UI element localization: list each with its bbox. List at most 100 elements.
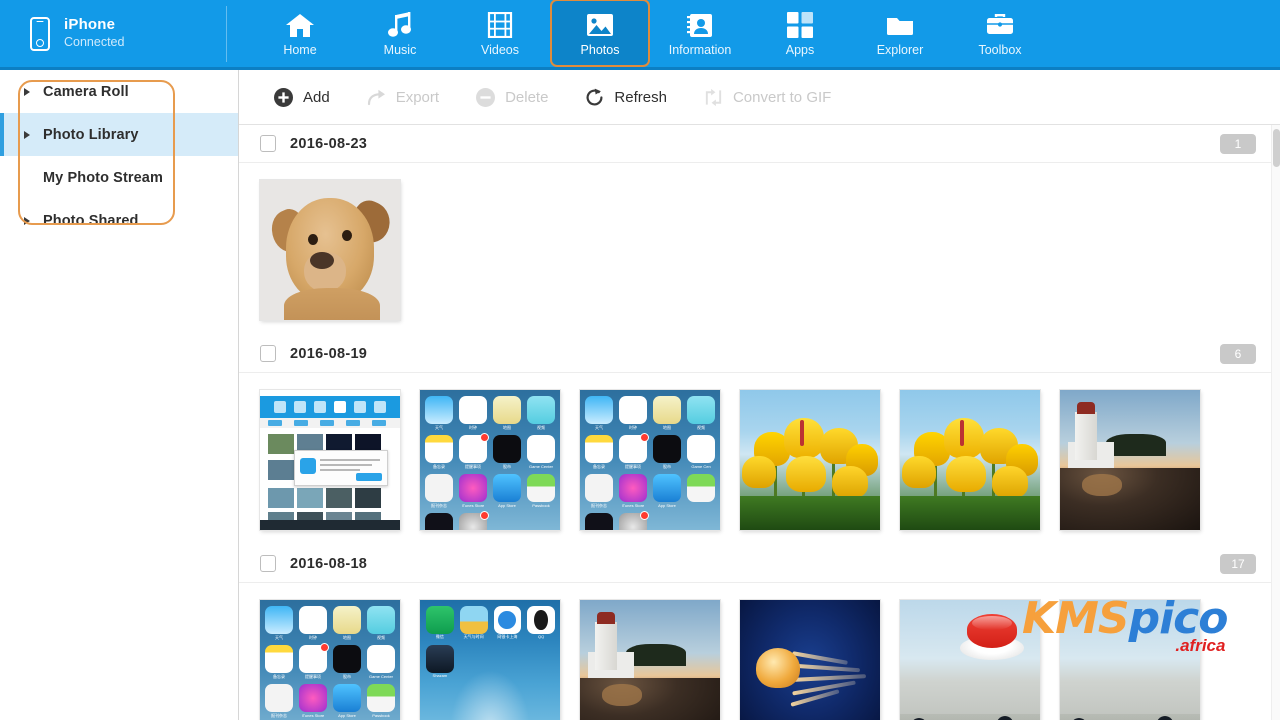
photo-lighthouse-1[interactable] [1060, 390, 1200, 530]
chevron-right-icon [24, 130, 30, 139]
contacts-icon [683, 10, 717, 40]
refresh-button[interactable]: Refresh [566, 77, 685, 117]
thumbnail-image [260, 390, 400, 530]
toolbar-label: Refresh [614, 88, 667, 106]
device-status: Connected [64, 35, 125, 49]
home-icon [283, 10, 317, 40]
thumbnail-image [1060, 600, 1200, 720]
photo-dog[interactable] [260, 180, 400, 320]
nav-item-music[interactable]: Music [350, 0, 450, 67]
sidebar-item-my-photo-stream[interactable]: My Photo Stream [0, 156, 238, 199]
sidebar-item-photo-shared[interactable]: Photo Shared [0, 199, 238, 242]
minus-circle-icon [475, 87, 496, 108]
nav-label: Videos [481, 43, 519, 57]
photo-yellow-tulips-2[interactable] [900, 390, 1040, 530]
date-label: 2016-08-23 [290, 135, 368, 152]
add-button[interactable]: Add [255, 77, 348, 117]
photo-icon [583, 10, 617, 40]
photo-penguins-2[interactable] [1060, 600, 1200, 720]
device-panel[interactable]: iPhone Connected [0, 0, 226, 67]
application-window: iPhone Connected Home Music Videos Photo… [0, 0, 1280, 720]
apps-grid-icon [783, 10, 817, 40]
nav-item-information[interactable]: Information [650, 0, 750, 67]
nav-item-photos[interactable]: Photos [550, 0, 650, 67]
thumbnail-row [239, 163, 1280, 335]
photo-yellow-tulips-1[interactable] [740, 390, 880, 530]
thumbnail-image: 天气 时钟 地图 视频 备忘录 提醒事项 股市 Game Center 报刊杂志… [420, 390, 560, 530]
thumbnail-image [900, 390, 1040, 530]
nav-item-home[interactable]: Home [250, 0, 350, 67]
thumbnail-row: 天气 时钟 地图 视频 备忘录 提醒事项 股市 Game Center 报刊杂志… [239, 373, 1280, 545]
toolbar-label: Add [303, 88, 330, 106]
nav-item-videos[interactable]: Videos [450, 0, 550, 67]
convert-gif-icon [703, 87, 724, 108]
toolbar-label: Convert to GIF [732, 88, 832, 106]
date-group-header: 2016-08-23 1 [239, 125, 1280, 163]
sidebar-item-photo-library[interactable]: Photo Library [0, 113, 238, 156]
date-label: 2016-08-18 [290, 555, 368, 572]
toolbar-label: Delete [505, 88, 549, 106]
nav-label: Home [283, 43, 317, 57]
film-strip-icon [483, 10, 517, 40]
folder-icon [883, 10, 917, 40]
nav-item-explorer[interactable]: Explorer [850, 0, 950, 67]
photo-ios-homescreen-page2[interactable]: 微信 天气与时间 网银卡上海 QQ Shazam [420, 600, 560, 720]
photo-ios-homescreen-1[interactable]: 天气 时钟 地图 视频 备忘录 提醒事项 股市 Game Center 报刊杂志… [420, 390, 560, 530]
main-nav: Home Music Videos Photos Information App… [250, 0, 1050, 67]
export-button[interactable]: Export [348, 77, 457, 117]
sidebar-item-label: My Photo Stream [43, 169, 163, 186]
content-area: Add Export Delete Refresh Convert to GIF… [239, 70, 1280, 720]
thumbnail-image [900, 600, 1040, 720]
photo-lighthouse-2[interactable] [580, 600, 720, 720]
nav-label: Photos [580, 42, 620, 57]
photo-count-badge: 17 [1220, 554, 1256, 574]
thumbnail-image [580, 600, 720, 720]
nav-label: Explorer [876, 43, 924, 57]
sidebar-item-label: Camera Roll [43, 83, 129, 100]
thumbnail-image: 天气 时钟 地图 视频 备忘录 提醒事项 股市 Game Center 报刊杂志… [260, 600, 400, 720]
sidebar-item-label: Photo Library [43, 126, 139, 143]
photo-gallery[interactable]: 2016-08-23 1 2016-08-19 6 天气 时钟 地图 视频 备忘… [239, 125, 1280, 720]
sidebar-item-label: Photo Shared [43, 212, 139, 229]
nav-item-apps[interactable]: Apps [750, 0, 850, 67]
top-navigation-bar: iPhone Connected Home Music Videos Photo… [0, 0, 1280, 70]
thumbnail-image: 天气 时钟 地图 视频 备忘录 提醒事项 股市 Game Cen 报刊杂志 iT… [580, 390, 720, 530]
date-group-header: 2016-08-19 6 [239, 335, 1280, 373]
thumbnail-image [740, 600, 880, 720]
music-note-icon [383, 10, 417, 40]
photo-count-badge: 6 [1220, 344, 1256, 364]
sidebar: Camera Roll Photo Library My Photo Strea… [0, 70, 239, 720]
convert-to-gif-button[interactable]: Convert to GIF [685, 77, 849, 117]
chevron-right-icon [24, 87, 30, 96]
device-name: iPhone [64, 16, 116, 33]
photo-ios-homescreen-3[interactable]: 天气 时钟 地图 视频 备忘录 提醒事项 股市 Game Center 报刊杂志… [260, 600, 400, 720]
thumbnail-image [260, 180, 400, 320]
photo-ios-homescreen-2[interactable]: 天气 时钟 地图 视频 备忘录 提醒事项 股市 Game Cen 报刊杂志 iT… [580, 390, 720, 530]
refresh-icon [584, 87, 605, 108]
date-group-header: 2016-08-18 17 [239, 545, 1280, 583]
gallery-scrollbar-track[interactable] [1271, 125, 1280, 720]
thumbnail-image: 微信 天气与时间 网银卡上海 QQ Shazam [420, 600, 560, 720]
photo-app-screenshot[interactable] [260, 390, 400, 530]
sidebar-item-camera-roll[interactable]: Camera Roll [0, 70, 238, 113]
gallery-scrollbar-thumb[interactable] [1273, 129, 1280, 167]
share-arrow-icon [366, 87, 387, 108]
date-label: 2016-08-19 [290, 345, 368, 362]
nav-label: Apps [785, 43, 815, 57]
plus-circle-icon [273, 87, 294, 108]
group-select-checkbox[interactable] [260, 555, 276, 572]
group-select-checkbox[interactable] [260, 135, 276, 152]
nav-label: Toolbox [978, 43, 1022, 57]
nav-item-toolbox[interactable]: Toolbox [950, 0, 1050, 67]
nav-label: Information [668, 43, 732, 57]
nav-label: Music [383, 43, 417, 57]
thumbnail-row: 天气 时钟 地图 视频 备忘录 提醒事项 股市 Game Center 报刊杂志… [239, 583, 1280, 720]
group-select-checkbox[interactable] [260, 345, 276, 362]
thumbnail-image [1060, 390, 1200, 530]
delete-button[interactable]: Delete [457, 77, 566, 117]
photo-jellyfish[interactable] [740, 600, 880, 720]
chevron-right-icon [24, 216, 30, 225]
photo-penguins-1[interactable] [900, 600, 1040, 720]
photo-count-badge: 1 [1220, 134, 1256, 154]
toolbar-label: Export [395, 88, 440, 106]
